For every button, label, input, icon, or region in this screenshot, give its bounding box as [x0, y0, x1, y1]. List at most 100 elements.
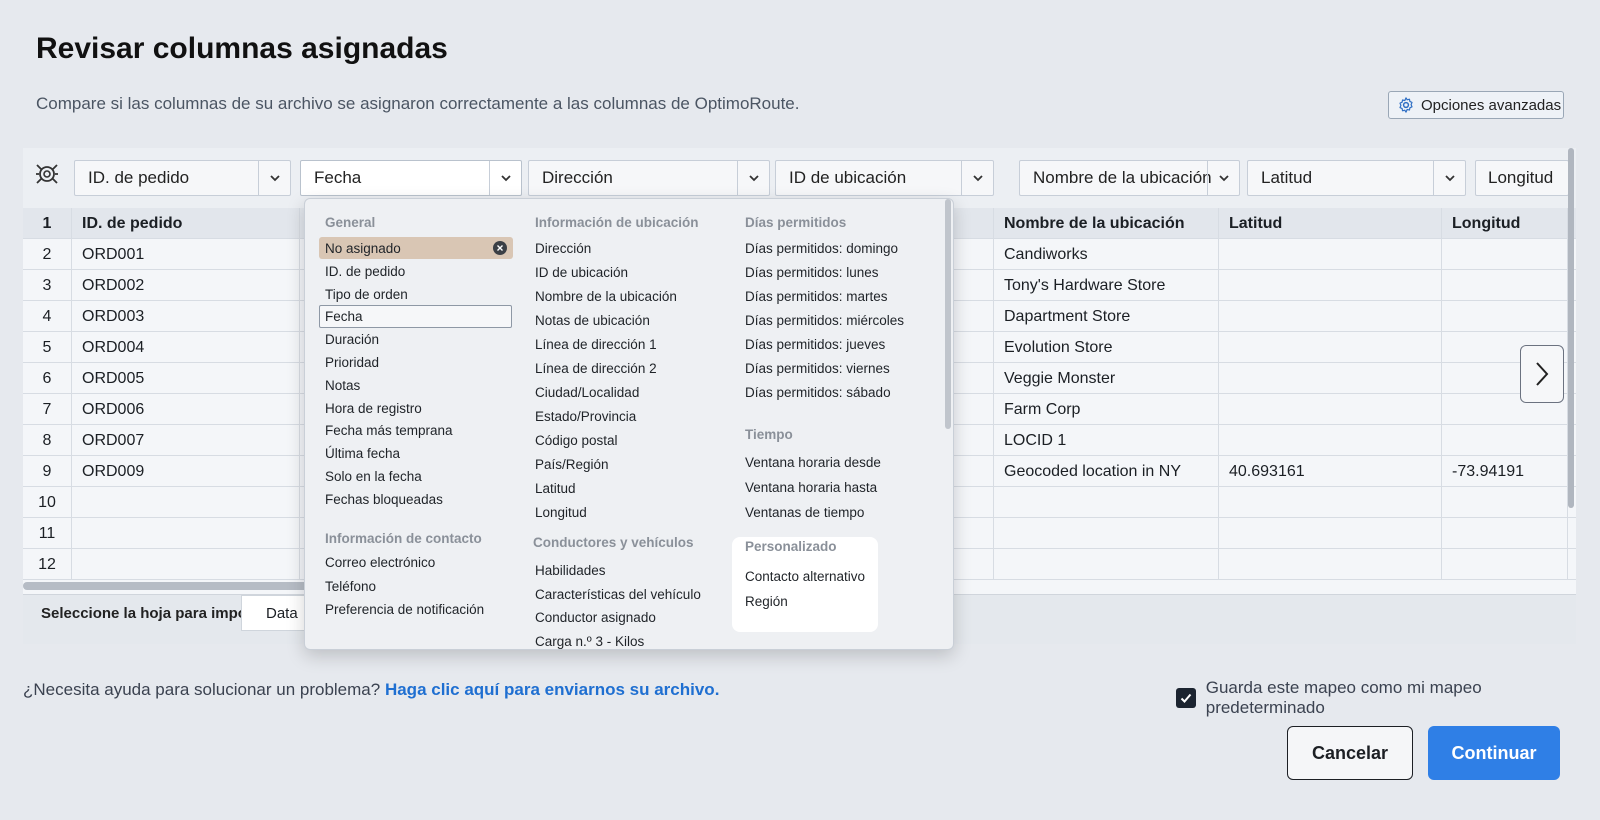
dropdown-option[interactable]: Hora de registro	[325, 401, 422, 416]
dropdown-option[interactable]: Días permitidos: martes	[745, 289, 888, 304]
mapping-select-4[interactable]: ID de ubicación	[775, 160, 994, 196]
dropdown-section-heading: Tiempo	[745, 427, 793, 442]
table-cell: ORD006	[72, 394, 300, 425]
dropdown-option[interactable]: Notas	[325, 378, 360, 393]
vertical-scrollbar[interactable]	[1568, 148, 1574, 508]
table-cell	[1219, 270, 1442, 301]
dropdown-option[interactable]: Días permitidos: domingo	[745, 241, 898, 256]
horizontal-scrollbar[interactable]	[23, 582, 313, 590]
mapping-select-7[interactable]: Longitud	[1475, 160, 1569, 196]
table-cell: ORD009	[72, 456, 300, 487]
dropdown-option-label: Estado/Provincia	[535, 409, 637, 424]
dropdown-option[interactable]: ID de ubicación	[535, 265, 628, 280]
dropdown-option[interactable]: Prioridad	[325, 355, 379, 370]
dropdown-option[interactable]: Ventana horaria hasta	[745, 480, 877, 495]
dropdown-option[interactable]: Última fecha	[325, 446, 400, 461]
dropdown-option-label: Ciudad/Localidad	[535, 385, 640, 400]
row-number: 6	[23, 363, 72, 394]
mapping-select-3[interactable]: Dirección	[528, 160, 770, 196]
dropdown-option[interactable]: Características del vehículo	[535, 587, 701, 602]
dropdown-option-label: Prioridad	[325, 355, 380, 370]
dropdown-option[interactable]: Ventana horaria desde	[745, 455, 881, 470]
table-cell	[1219, 332, 1442, 363]
dropdown-option[interactable]: Código postal	[535, 433, 618, 448]
cancel-button[interactable]: Cancelar	[1287, 726, 1413, 780]
advanced-options-button[interactable]: Opciones avanzadas	[1388, 91, 1564, 119]
mapping-select-1[interactable]: ID. de pedido	[74, 160, 291, 196]
chevron-down-icon	[961, 161, 993, 195]
dropdown-option[interactable]: Estado/Provincia	[535, 409, 636, 424]
dropdown-option[interactable]: País/Región	[535, 457, 609, 472]
continue-button[interactable]: Continuar	[1428, 726, 1560, 780]
dropdown-option[interactable]: Longitud	[535, 505, 587, 520]
dropdown-option-label: Contacto alternativo	[745, 569, 866, 584]
row-number: 5	[23, 332, 72, 363]
dropdown-option-label: Habilidades	[535, 563, 606, 578]
dropdown-option[interactable]: Fecha más temprana	[325, 423, 453, 438]
row-number: 9	[23, 456, 72, 487]
table-cell: Latitud	[1219, 208, 1442, 239]
dropdown-scrollbar[interactable]	[945, 199, 951, 429]
dropdown-option[interactable]: Días permitidos: viernes	[745, 361, 890, 376]
clear-icon[interactable]	[493, 241, 507, 255]
dropdown-option-label: Días permitidos: jueves	[745, 337, 886, 352]
table-cell: ORD002	[72, 270, 300, 301]
dropdown-option[interactable]: ID. de pedido	[325, 264, 405, 279]
table-cell	[1442, 549, 1568, 580]
dropdown-option[interactable]: Correo electrónico	[325, 555, 435, 570]
dropdown-option[interactable]: Ventanas de tiempo	[745, 505, 864, 520]
table-cell	[1219, 239, 1442, 270]
row-number: 7	[23, 394, 72, 425]
mapping-select-6[interactable]: Latitud	[1247, 160, 1466, 196]
table-cell	[1442, 425, 1568, 456]
dropdown-option-label: Ventana horaria hasta	[745, 480, 878, 495]
table-cell	[1442, 239, 1568, 270]
dropdown-option[interactable]: Días permitidos: miércoles	[745, 313, 904, 328]
dropdown-option-label: Fecha	[325, 309, 363, 325]
dropdown-option[interactable]: Solo en la fecha	[325, 469, 422, 484]
dropdown-option[interactable]: Días permitidos: jueves	[745, 337, 885, 352]
mapping-select-2[interactable]: Fecha	[300, 160, 522, 196]
save-default-checkbox[interactable]	[1176, 688, 1196, 708]
dropdown-option[interactable]: Línea de dirección 2	[535, 361, 657, 376]
table-cell: Veggie Monster	[994, 363, 1219, 394]
dropdown-option-label: Características del vehículo	[535, 586, 701, 602]
dropdown-option[interactable]: Línea de dirección 1	[535, 337, 657, 352]
help-question: ¿Necesita ayuda para solucionar un probl…	[23, 680, 381, 699]
dropdown-option-current[interactable]: Fecha	[319, 305, 512, 329]
chevron-down-icon	[1207, 161, 1239, 195]
scroll-right-button[interactable]	[1520, 345, 1564, 403]
mapping-select-5[interactable]: Nombre de la ubicación	[1019, 160, 1240, 196]
table-cell	[1442, 487, 1568, 518]
dropdown-option-unassigned[interactable]: No asignado	[319, 237, 513, 259]
dropdown-option-label: Carga n.º 3 - Kilos	[535, 633, 645, 649]
row-number: 8	[23, 425, 72, 456]
chevron-down-icon	[1433, 161, 1465, 195]
dropdown-option[interactable]: Tipo de orden	[325, 287, 408, 302]
dropdown-option-label: Ventanas de tiempo	[745, 505, 865, 520]
dropdown-option-label: Días permitidos: sábado	[745, 385, 891, 400]
dropdown-option[interactable]: Preferencia de notificación	[325, 602, 484, 617]
dropdown-option[interactable]: Carga n.º 3 - Kilos	[535, 634, 644, 649]
dropdown-option[interactable]: Latitud	[535, 481, 576, 496]
dropdown-option[interactable]: Ciudad/Localidad	[535, 385, 639, 400]
dropdown-option-label: Correo electrónico	[325, 555, 436, 570]
column-settings-icon[interactable]	[33, 160, 61, 188]
dropdown-section-heading: Personalizado	[745, 539, 837, 554]
table-cell	[1219, 549, 1442, 580]
dropdown-option[interactable]: Región	[745, 594, 788, 609]
mapping-select-label: Nombre de la ubicación	[1033, 168, 1212, 187]
dropdown-option[interactable]: Conductor asignado	[535, 610, 656, 625]
send-file-link[interactable]: Haga clic aquí para enviarnos su archivo…	[385, 680, 719, 699]
dropdown-option[interactable]: Fechas bloqueadas	[325, 492, 443, 507]
dropdown-option[interactable]: Notas de ubicación	[535, 313, 650, 328]
dropdown-option-label: País/Región	[535, 457, 609, 472]
dropdown-option[interactable]: Dirección	[535, 241, 591, 256]
dropdown-option[interactable]: Contacto alternativo	[745, 569, 865, 584]
dropdown-option[interactable]: Habilidades	[535, 563, 606, 578]
dropdown-option[interactable]: Duración	[325, 332, 379, 347]
dropdown-option[interactable]: Nombre de la ubicación	[535, 289, 677, 304]
dropdown-option[interactable]: Teléfono	[325, 579, 376, 594]
dropdown-option[interactable]: Días permitidos: lunes	[745, 265, 879, 280]
dropdown-option[interactable]: Días permitidos: sábado	[745, 385, 891, 400]
